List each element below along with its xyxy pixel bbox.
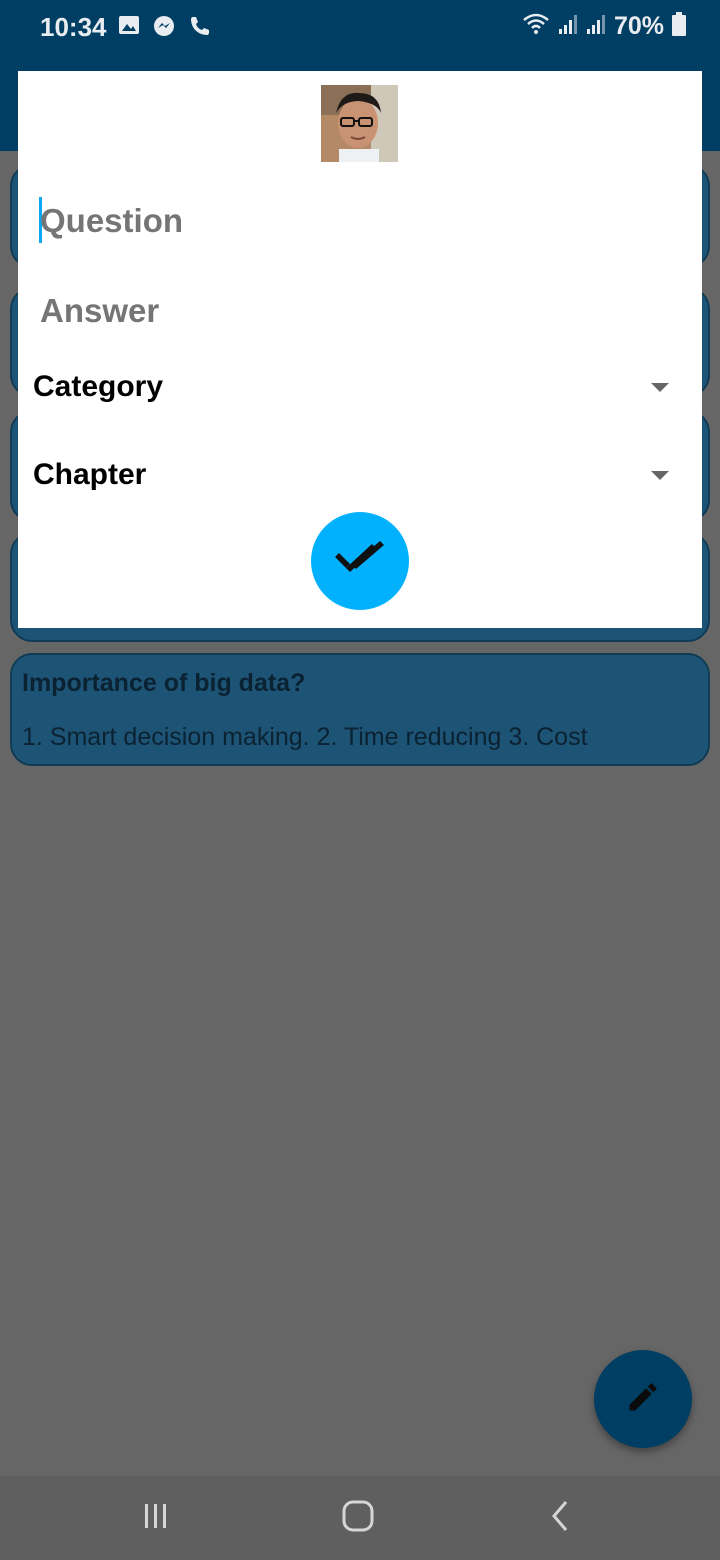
dropdown-arrow-icon [651,383,669,392]
status-time: 10:34 [40,12,107,42]
recent-apps-icon [141,1501,171,1536]
battery-icon [672,12,686,41]
back-button[interactable] [500,1476,620,1560]
status-bar: 10:34 70% [0,0,720,56]
navigation-bar [0,1476,720,1560]
home-icon [341,1499,375,1538]
edit-fab-button[interactable] [594,1350,692,1448]
chapter-label: Chapter [33,458,147,491]
card-answer: 1. Smart decision making. 2. Time reduci… [22,723,588,751]
question-input[interactable] [40,197,660,245]
back-icon [548,1499,572,1538]
category-dropdown[interactable]: Category [18,360,702,420]
signal-icon [558,13,578,40]
card-question: Importance of big data? [22,669,306,697]
submit-button[interactable] [311,512,409,610]
signal-icon [586,13,606,40]
category-label: Category [33,370,164,403]
chapter-dropdown[interactable]: Chapter [18,448,702,508]
phone-icon [188,14,212,43]
messenger-icon [152,14,176,43]
pencil-icon [625,1379,661,1420]
wifi-icon [522,13,550,40]
double-check-icon [332,539,388,584]
battery-percent: 70% [613,12,664,40]
home-button[interactable] [298,1476,418,1560]
recent-apps-button[interactable] [96,1476,216,1560]
card[interactable]: Importance of big data? 1. Smart decisio… [10,653,710,766]
image-icon [118,14,140,43]
answer-input[interactable] [40,287,660,335]
dropdown-arrow-icon [651,471,669,480]
add-card-dialog: Category Chapter [18,71,702,628]
avatar[interactable] [321,85,398,162]
